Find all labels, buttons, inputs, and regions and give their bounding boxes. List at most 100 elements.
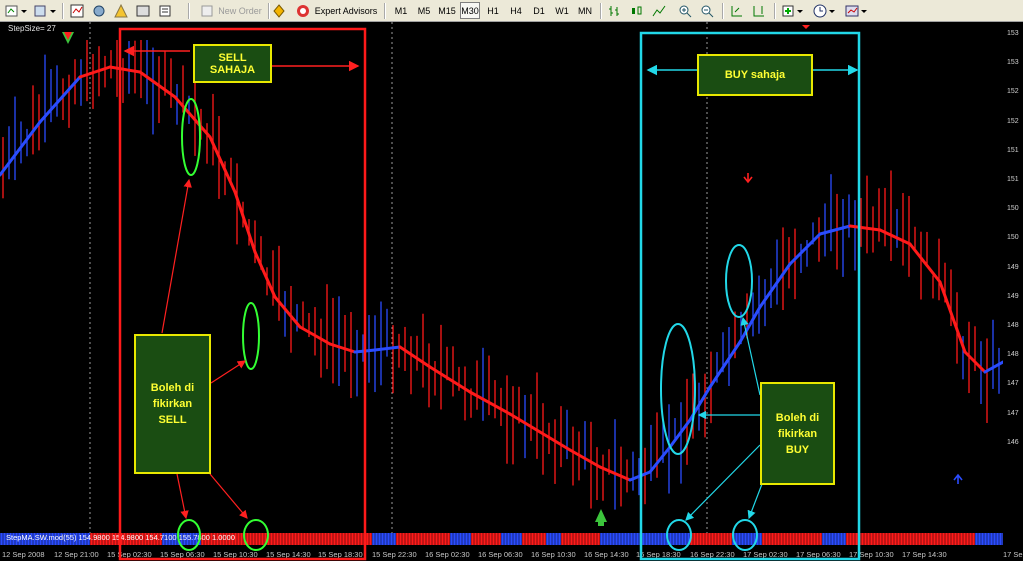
timeframe-d1[interactable]: D1 <box>529 2 549 19</box>
time-tick-label: 16 Sep 06:30 <box>478 550 523 559</box>
indicator-bar <box>969 533 972 545</box>
indicator-bar <box>423 533 426 545</box>
indicator-bar <box>285 533 288 545</box>
zoom-in-icon[interactable] <box>676 2 694 19</box>
indicators-button[interactable] <box>780 2 806 19</box>
moving-average-segment <box>708 340 742 389</box>
indicator-bar <box>711 533 714 545</box>
timeframe-m30[interactable]: M30 <box>460 2 480 19</box>
indicator-bar <box>843 533 846 545</box>
price-tick-label: 149 <box>1007 292 1019 300</box>
auto-scroll-icon[interactable] <box>728 2 746 19</box>
indicator-bar <box>435 533 438 545</box>
time-tick-label: 12 Sep 21:00 <box>54 550 99 559</box>
indicator-bar <box>342 533 345 545</box>
templates-button[interactable] <box>844 2 870 19</box>
indicator-bar <box>432 533 435 545</box>
indicator-bar <box>696 533 699 545</box>
new-order-button[interactable]: New Order <box>196 2 266 19</box>
indicator-bar <box>885 533 888 545</box>
zoom-out-icon[interactable] <box>698 2 716 19</box>
indicator-bar <box>753 533 756 545</box>
indicator-bar <box>954 533 957 545</box>
timeframe-w1[interactable]: W1 <box>552 2 572 19</box>
indicator-bar <box>717 533 720 545</box>
profiles-button[interactable] <box>32 2 58 19</box>
time-tick-label: 15 Sep 18:30 <box>318 550 363 559</box>
indicator-bar <box>312 533 315 545</box>
indicator-bar <box>705 533 708 545</box>
indicator-bar <box>630 533 633 545</box>
indicator-bar <box>786 533 789 545</box>
indicator-bar <box>513 533 516 545</box>
moving-average-segment <box>353 348 377 354</box>
moving-average-segment <box>173 95 212 139</box>
navigator-icon[interactable] <box>112 2 130 19</box>
expert-advisors-button[interactable]: Expert Advisors <box>292 2 380 19</box>
indicator-bar <box>0 533 3 545</box>
periods-button[interactable] <box>812 2 838 19</box>
bar-chart-icon[interactable] <box>606 2 624 19</box>
timeframe-h1[interactable]: H1 <box>483 2 503 19</box>
line-chart-icon[interactable] <box>650 2 668 19</box>
indicator-bar <box>831 533 834 545</box>
indicator-bar <box>321 533 324 545</box>
indicator-bar <box>996 533 999 545</box>
tester-icon[interactable] <box>156 2 174 19</box>
indicator-bar <box>933 533 936 545</box>
indicator-bar <box>390 533 393 545</box>
sell-zone-label: SELL SAHAJA <box>193 44 272 83</box>
candlestick-icon[interactable] <box>628 2 646 19</box>
terminal-icon[interactable] <box>134 2 152 19</box>
indicator-bar <box>600 533 603 545</box>
indicator-bar <box>990 533 993 545</box>
indicator-bar <box>336 533 339 545</box>
indicator-bar <box>774 533 777 545</box>
indicator-bar <box>612 533 615 545</box>
indicator-bar <box>882 533 885 545</box>
timeframe-m1[interactable]: M1 <box>391 2 411 19</box>
timeframe-m15[interactable]: M15 <box>437 2 457 19</box>
indicator-bar <box>339 533 342 545</box>
indicator-bar <box>318 533 321 545</box>
price-scale[interactable]: 153 153 152 152 151 151 150 150 149 149 148 148 147 1… <box>1003 22 1023 547</box>
indicator-bar <box>270 533 273 545</box>
indicator-bar <box>927 533 930 545</box>
chart-shift-icon[interactable] <box>750 2 768 19</box>
indicator-bar <box>450 533 453 545</box>
timeframe-m5[interactable]: M5 <box>414 2 434 19</box>
indicator-bar <box>408 533 411 545</box>
indicator-bar <box>573 533 576 545</box>
indicator-bar <box>741 533 744 545</box>
moving-average-segment <box>233 190 257 254</box>
indicator-bar <box>912 533 915 545</box>
indicator-bar <box>810 533 813 545</box>
indicator-bar <box>693 533 696 545</box>
indicator-bar <box>879 533 882 545</box>
indicator-bar <box>237 533 240 545</box>
metaeditor-icon[interactable] <box>272 2 286 19</box>
indicator-bar <box>330 533 333 545</box>
timeframe-mn[interactable]: MN <box>575 2 595 19</box>
indicator-bar <box>915 533 918 545</box>
data-window-icon[interactable] <box>90 2 108 19</box>
indicator-bar <box>279 533 282 545</box>
indicator-bar <box>252 533 255 545</box>
market-watch-icon[interactable] <box>68 2 86 19</box>
timeframe-h4[interactable]: H4 <box>506 2 526 19</box>
indicator-bar <box>243 533 246 545</box>
time-tick-label: 12 Sep 2008 <box>2 550 45 559</box>
indicator-bar <box>528 533 531 545</box>
indicator-bar <box>426 533 429 545</box>
time-tick-label: 15 Sep 10:30 <box>213 550 258 559</box>
indicator-bar <box>477 533 480 545</box>
indicator-bar <box>783 533 786 545</box>
new-chart-button[interactable] <box>3 2 29 19</box>
indicator-bar <box>873 533 876 545</box>
indicator-bar <box>522 533 525 545</box>
time-tick-label: 16 Sep 22:30 <box>690 550 735 559</box>
indicator-bar <box>453 533 456 545</box>
indicator-bar <box>345 533 348 545</box>
indicator-bar <box>780 533 783 545</box>
indicator-bar <box>618 533 621 545</box>
